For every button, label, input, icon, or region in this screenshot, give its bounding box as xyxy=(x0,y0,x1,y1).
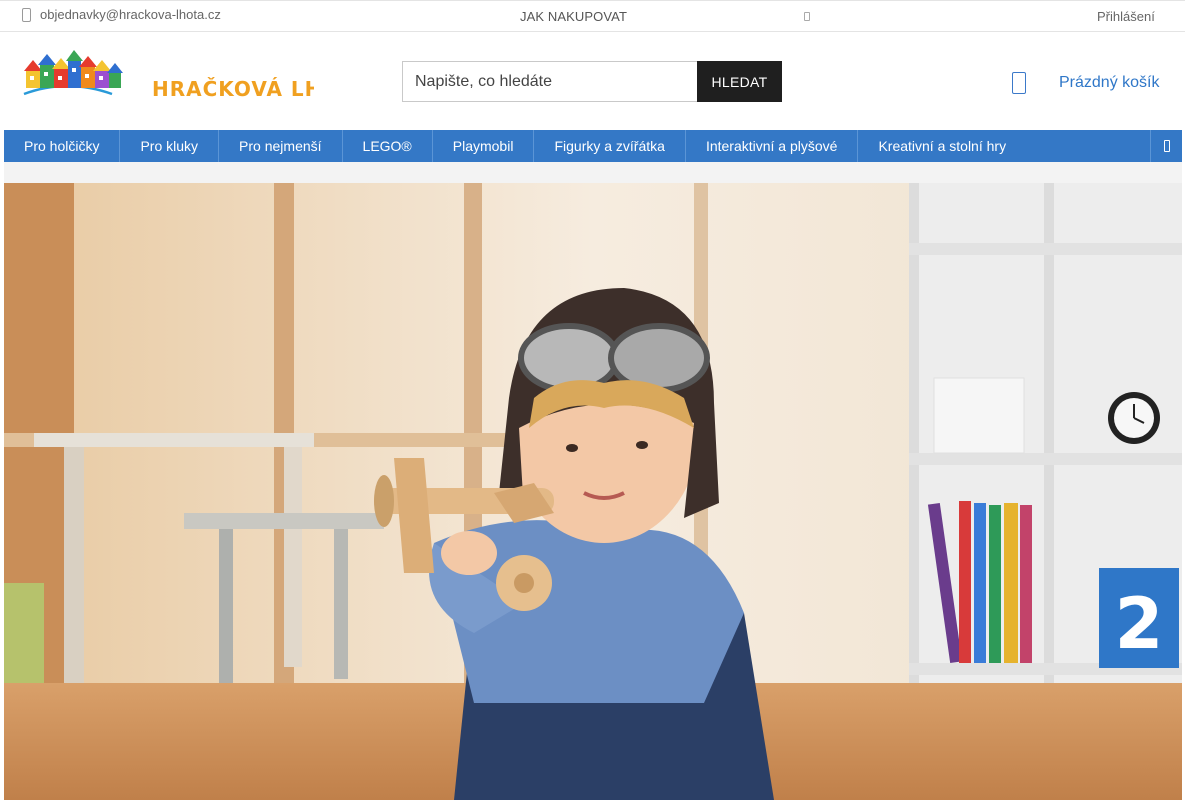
nav-item-playmobil[interactable]: Playmobil xyxy=(433,130,535,162)
shelf-block-number: 2 xyxy=(1115,583,1164,665)
logo-text: HRAČKOVÁ LHOTA xyxy=(152,77,314,101)
nav-item-figurky[interactable]: Figurky a zvířátka xyxy=(534,130,686,162)
site-logo[interactable]: HRAČKOVÁ LHOTA xyxy=(22,48,369,104)
phone-icon xyxy=(22,7,31,22)
nav-item-interaktivni[interactable]: Interaktivní a plyšové xyxy=(686,130,859,162)
hero-banner[interactable]: 2 xyxy=(4,183,1182,800)
cart-icon[interactable] xyxy=(1012,72,1026,94)
login-link[interactable]: Přihlášení xyxy=(1097,9,1155,24)
email-text[interactable]: objednavky@hrackova-lhota.cz xyxy=(40,7,221,22)
cart-label[interactable]: Prázdný košík xyxy=(1059,74,1159,92)
logo-graphic: HRAČKOVÁ LHOTA xyxy=(23,50,369,101)
search-button[interactable]: HLEDAT xyxy=(697,61,782,102)
info-icon[interactable] xyxy=(804,12,810,21)
email-contact[interactable]: objednavky@hrackova-lhota.cz xyxy=(22,7,221,22)
nav-more-button[interactable] xyxy=(1150,130,1182,162)
nav-item-pro-kluky[interactable]: Pro kluky xyxy=(120,130,220,162)
hero-image: 2 xyxy=(4,183,1182,800)
nav-item-pro-holcicky[interactable]: Pro holčičky xyxy=(4,130,121,162)
how-to-shop-link[interactable]: JAK NAKUPOVAT xyxy=(520,9,627,24)
nav-item-pro-nejmensi[interactable]: Pro nejmenší xyxy=(219,130,343,162)
top-bar: objednavky@hrackova-lhota.cz JAK NAKUPOV… xyxy=(0,0,1185,32)
main-navigation: Pro holčičky Pro kluky Pro nejmenší LEGO… xyxy=(4,130,1182,162)
menu-more-icon xyxy=(1163,140,1170,152)
nav-item-lego[interactable]: LEGO® xyxy=(343,130,433,162)
cart[interactable]: Prázdný košík xyxy=(1012,72,1159,94)
search-input[interactable] xyxy=(402,61,697,102)
search-form: HLEDAT xyxy=(402,61,782,102)
nav-item-kreativni[interactable]: Kreativní a stolní hry xyxy=(858,130,1026,162)
nav-spacer xyxy=(4,162,1182,183)
